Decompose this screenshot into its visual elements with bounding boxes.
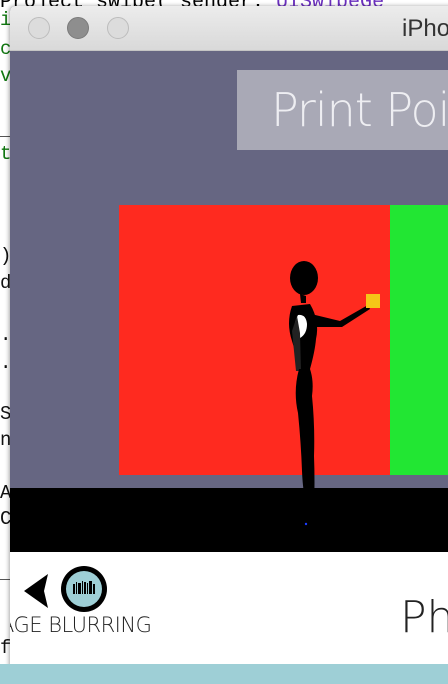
window-title: iPho [402,15,448,42]
window-titlebar[interactable]: iPho [10,6,448,51]
window-minimize-button[interactable] [67,17,89,39]
back-arrow-icon[interactable] [22,572,52,610]
simulator-window: iPho Print Poin [10,6,448,684]
figure-leg [295,369,315,511]
bottom-toolbar: AGE BLURRING Ph [10,552,448,672]
figure-foot [304,514,320,524]
figure-touch-dot [304,522,308,526]
logo-inner [66,571,102,607]
figure-head [290,261,318,295]
barcode-icon [73,581,95,594]
stick-figure [289,261,380,526]
accent-strip [0,664,448,684]
app-logo-button[interactable] [61,566,107,612]
window-close-button[interactable] [28,17,50,39]
corner-heading: Ph [400,592,448,643]
figure-arm [307,305,370,327]
window-zoom-button[interactable] [107,17,129,39]
screen: Project swipe( sender: UISwipeGe i c v t… [0,0,448,684]
touch-marker [366,294,380,308]
figure-neck [300,294,306,303]
section-label: AGE BLURRING [10,613,152,637]
